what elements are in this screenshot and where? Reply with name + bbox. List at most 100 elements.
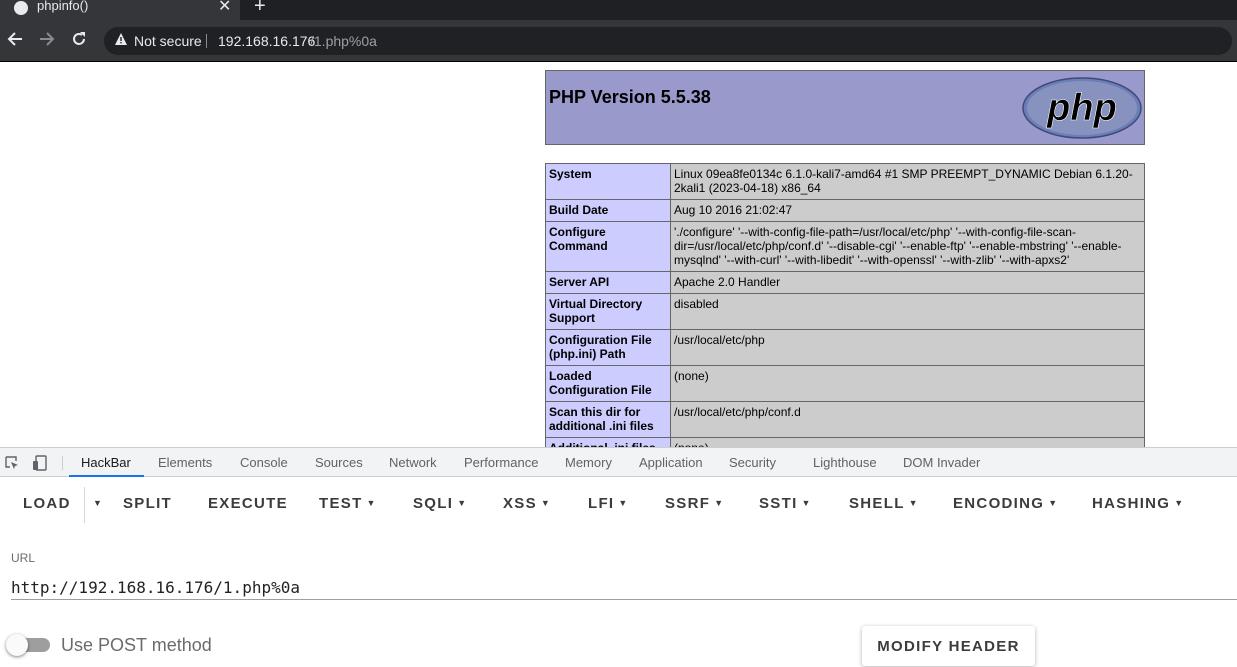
page-viewport: PHP Version 5.5.38 php System Linux 09ea8… [0,62,1237,447]
tab-memory[interactable]: Memory [565,455,612,470]
row-value: disabled [670,293,1145,330]
row-label: Scan this dir for additional .ini files [545,401,671,438]
table-row: System Linux 09ea8fe0134c 6.1.0-kali7-amd… [545,163,1145,200]
tab-strip: phpinfo() ✕ + [0,0,1237,20]
tab-application[interactable]: Application [639,455,703,470]
tab-elements[interactable]: Elements [158,455,212,470]
chevron-down-icon: ▼ [1174,498,1184,508]
url-field-label: URL [11,551,36,565]
load-button[interactable]: LOAD [23,495,71,512]
table-row: Server API Apache 2.0 Handler [545,271,1145,294]
row-label: Server API [545,271,671,294]
not-secure-label[interactable]: Not secure [134,33,202,49]
reload-icon[interactable] [70,30,88,52]
chevron-down-icon: ▼ [366,498,376,508]
forward-icon[interactable] [38,30,56,52]
page-title: PHP Version 5.5.38 [549,87,711,107]
xss-button[interactable]: XSS ▼ [503,495,550,512]
row-value: /usr/local/etc/php/conf.d [670,401,1145,438]
test-button-label: TEST [319,495,363,512]
address-separator [206,34,207,48]
tab-dom-invader[interactable]: DOM Invader [903,455,980,470]
load-dropdown-icon[interactable]: ▼ [89,495,102,512]
chevron-down-icon: ▼ [1048,498,1058,508]
row-label: Configure Command [545,221,671,272]
tab-lighthouse[interactable]: Lighthouse [813,455,877,470]
tab-network[interactable]: Network [389,455,437,470]
tab-performance[interactable]: Performance [464,455,538,470]
hashing-button[interactable]: HASHING ▼ [1092,495,1183,512]
tab-sources[interactable]: Sources [315,455,363,470]
table-row: Configuration File (php.ini) Path/usr/lo… [545,329,1145,366]
split-button[interactable]: SPLIT [123,495,172,512]
chevron-down-icon: ▼ [714,498,724,508]
row-value: './configure' '--with-config-file-path=/… [670,221,1145,272]
table-row: Scan this dir for additional .ini files /… [545,401,1145,438]
php-logo-text: php [1046,87,1117,129]
back-icon[interactable] [6,30,24,52]
xss-button-label: XSS [503,495,537,512]
table-row: Build Date Aug 10 2016 21:02:47 [545,199,1145,222]
row-label: Build Date [545,199,671,222]
modify-header-button[interactable]: MODIFY HEADER [862,626,1035,666]
url-host[interactable]: 192.168.16.176 [218,33,315,49]
chevron-down-icon: ▼ [457,498,467,508]
post-method-label[interactable]: Use POST method [61,635,212,656]
encoding-button[interactable]: ENCODING ▼ [953,495,1057,512]
row-value: Apache 2.0 Handler [670,271,1145,294]
row-value: (none) [670,437,1145,447]
php-logo: php [1022,77,1142,139]
row-value: Linux 09ea8fe0134c 6.1.0-kali7-amd64 #1 … [670,163,1145,200]
hashing-button-label: HASHING [1092,495,1171,512]
table-row: Virtual Directory Support disabled [545,293,1145,330]
load-separator [84,487,85,523]
row-label: Virtual Directory Support [545,293,671,330]
chevron-down-icon: ▼ [908,498,918,508]
sqli-button-label: SQLI [413,495,454,512]
favicon-icon [14,1,28,15]
php-header: PHP Version 5.5.38 php [545,70,1145,145]
lfi-button[interactable]: LFI ▼ [588,495,627,512]
encoding-button-label: ENCODING [953,495,1045,512]
table-row: Additional .ini files(none) [545,437,1145,447]
new-tab-icon[interactable]: + [254,0,266,18]
chevron-down-icon: ▼ [540,498,550,508]
tab-title: phpinfo() [37,0,89,13]
ssrf-button[interactable]: SSRF ▼ [665,495,723,512]
table-row: Loaded Configuration File (none) [545,365,1145,402]
browser-tab[interactable]: phpinfo() ✕ [0,0,240,20]
warning-triangle-icon[interactable] [114,32,128,49]
inspect-element-icon[interactable] [4,455,20,471]
test-button[interactable]: TEST ▼ [319,495,375,512]
devtools-separator [62,456,63,470]
ssti-button[interactable]: SSTI ▼ [759,495,810,512]
row-label: Configuration File (php.ini) Path [545,329,671,366]
browser-toolbar: Not secure 192.168.16.176 /1.php%0a [0,20,1237,62]
row-value: (none) [670,365,1145,402]
row-label: System [545,163,671,200]
post-toggle[interactable] [6,634,28,656]
url-input[interactable] [11,576,1237,600]
lfi-button-label: LFI [588,495,615,512]
url-path[interactable]: /1.php%0a [310,33,377,49]
tab-console[interactable]: Console [240,455,288,470]
table-row: Configure Command './configure' '--with-c… [545,221,1145,272]
chevron-down-icon: ▼ [618,498,628,508]
address-bar[interactable]: Not secure 192.168.16.176 /1.php%0a [104,27,1232,55]
row-value: Aug 10 2016 21:02:47 [670,199,1145,222]
close-tab-icon[interactable]: ✕ [218,0,231,16]
row-value: /usr/local/etc/php [670,329,1145,366]
ssrf-button-label: SSRF [665,495,711,512]
tab-security[interactable]: Security [729,455,776,470]
phpinfo-table: System Linux 09ea8fe0134c 6.1.0-kali7-amd… [545,163,1145,447]
device-toolbar-icon[interactable] [32,455,48,471]
sqli-button[interactable]: SQLI ▼ [413,495,466,512]
row-label: Loaded Configuration File [545,365,671,402]
shell-button[interactable]: SHELL ▼ [849,495,918,512]
row-label: Additional .ini files [545,437,671,447]
ssti-button-label: SSTI [759,495,798,512]
tab-hackbar[interactable]: HackBar [81,455,131,470]
chevron-down-icon: ▼ [801,498,811,508]
execute-button[interactable]: EXECUTE [208,495,288,512]
devtools-tabbar: HackBar Elements Console Sources Network… [0,447,1237,477]
